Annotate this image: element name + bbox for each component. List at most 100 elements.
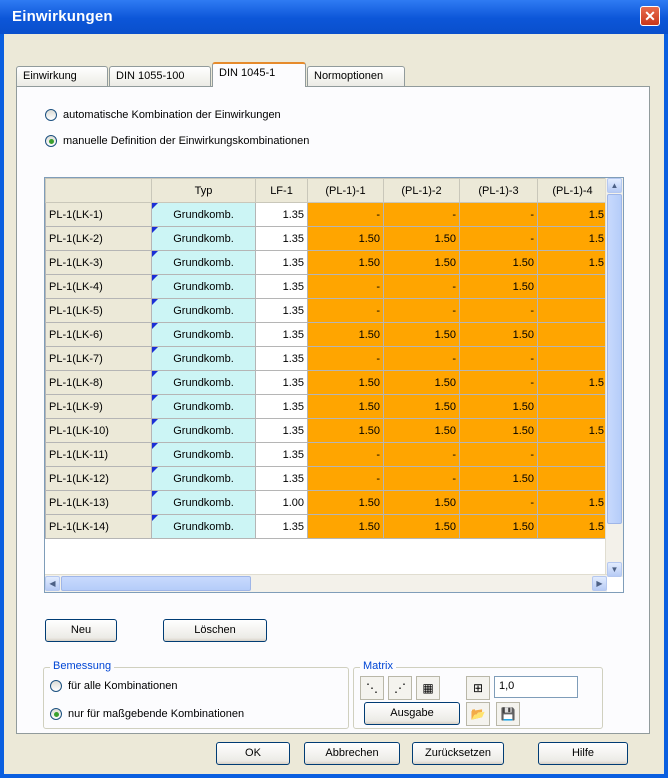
value-cell[interactable]: - bbox=[459, 442, 538, 467]
column-header[interactable]: (PL-1)-3 bbox=[459, 178, 538, 203]
value-cell[interactable]: - bbox=[459, 298, 538, 323]
value-cell[interactable]: 1.50 bbox=[307, 394, 384, 419]
value-cell[interactable]: - bbox=[307, 466, 384, 491]
type-cell[interactable]: Grundkomb. bbox=[151, 490, 256, 515]
row-header[interactable]: PL-1(LK-13) bbox=[45, 490, 152, 515]
delete-button[interactable]: Löschen bbox=[163, 619, 267, 642]
horizontal-scroll-thumb[interactable] bbox=[61, 576, 251, 591]
column-header[interactable] bbox=[45, 178, 152, 203]
value-cell[interactable] bbox=[537, 346, 608, 371]
manual-definition-radio[interactable] bbox=[45, 135, 57, 147]
value-cell[interactable]: - bbox=[383, 298, 460, 323]
table-row[interactable]: PL-1(LK-1) Grundkomb. 1.35- - -1.5 bbox=[45, 202, 608, 227]
column-header[interactable]: (PL-1)-1 bbox=[307, 178, 384, 203]
column-header[interactable]: (PL-1)-4 bbox=[537, 178, 608, 203]
row-header[interactable]: PL-1(LK-1) bbox=[45, 202, 152, 227]
value-cell[interactable]: - bbox=[383, 202, 460, 227]
tab-einwirkung[interactable]: Einwirkung bbox=[16, 66, 108, 86]
value-cell[interactable]: - bbox=[459, 370, 538, 395]
relevant-combinations-radio[interactable] bbox=[50, 708, 62, 720]
lf-cell[interactable]: 1.35 bbox=[255, 346, 308, 371]
tab-din-1045-1[interactable]: DIN 1045-1 bbox=[212, 62, 306, 87]
value-cell[interactable]: 1.50 bbox=[383, 226, 460, 251]
value-cell[interactable]: 1.5 bbox=[537, 226, 608, 251]
type-cell[interactable]: Grundkomb. bbox=[151, 466, 256, 491]
relevant-combinations-option[interactable]: nur für maßgebende Kombinationen bbox=[50, 708, 244, 720]
lf-cell[interactable]: 1.35 bbox=[255, 226, 308, 251]
horizontal-scrollbar[interactable]: ◀ ▶ bbox=[45, 574, 607, 592]
vertical-scrollbar[interactable]: ▲ ▼ bbox=[605, 178, 623, 577]
value-cell[interactable]: - bbox=[307, 346, 384, 371]
row-header[interactable]: PL-1(LK-2) bbox=[45, 226, 152, 251]
auto-combination-option[interactable]: automatische Kombination der Einwirkunge… bbox=[45, 109, 281, 121]
value-cell[interactable]: 1.5 bbox=[537, 370, 608, 395]
all-combinations-option[interactable]: für alle Kombinationen bbox=[50, 680, 177, 692]
type-cell[interactable]: Grundkomb. bbox=[151, 442, 256, 467]
matrix-apply-icon[interactable]: ⊞ bbox=[466, 676, 490, 700]
row-header[interactable]: PL-1(LK-12) bbox=[45, 466, 152, 491]
lf-cell[interactable]: 1.35 bbox=[255, 466, 308, 491]
table-row[interactable]: PL-1(LK-14) Grundkomb. 1.35 1.50 1.50 1.50 1.5 bbox=[45, 514, 608, 539]
row-header[interactable]: PL-1(LK-9) bbox=[45, 394, 152, 419]
value-cell[interactable]: 1.50 bbox=[383, 490, 460, 515]
lf-cell[interactable]: 1.35 bbox=[255, 274, 308, 299]
lf-cell[interactable]: 1.00 bbox=[255, 490, 308, 515]
matrix-pattern-icon[interactable]: ▦ bbox=[416, 676, 440, 700]
value-cell[interactable] bbox=[537, 394, 608, 419]
scroll-right-icon[interactable]: ▶ bbox=[592, 576, 607, 591]
row-header[interactable]: PL-1(LK-11) bbox=[45, 442, 152, 467]
type-cell[interactable]: Grundkomb. bbox=[151, 418, 256, 443]
value-cell[interactable]: - bbox=[383, 442, 460, 467]
row-header[interactable]: PL-1(LK-7) bbox=[45, 346, 152, 371]
vertical-scroll-thumb[interactable] bbox=[607, 194, 622, 524]
column-header[interactable]: Typ bbox=[151, 178, 256, 203]
type-cell[interactable]: Grundkomb. bbox=[151, 394, 256, 419]
value-cell[interactable]: 1.50 bbox=[459, 514, 538, 539]
type-cell[interactable]: Grundkomb. bbox=[151, 202, 256, 227]
ausgabe-button[interactable]: Ausgabe bbox=[364, 702, 460, 725]
column-header[interactable]: LF-1 bbox=[255, 178, 308, 203]
tab-normoptionen[interactable]: Normoptionen bbox=[307, 66, 405, 86]
table-row[interactable]: PL-1(LK-5) Grundkomb. 1.35- - - bbox=[45, 298, 608, 323]
table-row[interactable]: PL-1(LK-6) Grundkomb. 1.35 1.50 1.50 1.50 bbox=[45, 322, 608, 347]
table-row[interactable]: PL-1(LK-3) Grundkomb. 1.35 1.50 1.50 1.50 1.5 bbox=[45, 250, 608, 275]
value-cell[interactable]: - bbox=[307, 442, 384, 467]
table-row[interactable]: PL-1(LK-7) Grundkomb. 1.35- - - bbox=[45, 346, 608, 371]
cancel-button[interactable]: Abbrechen bbox=[304, 742, 400, 765]
value-cell[interactable]: 1.50 bbox=[459, 274, 538, 299]
value-cell[interactable] bbox=[537, 466, 608, 491]
value-cell[interactable]: 1.50 bbox=[307, 322, 384, 347]
matrix-diagonal-down-icon[interactable]: ⋱ bbox=[360, 676, 384, 700]
value-cell[interactable]: 1.50 bbox=[383, 250, 460, 275]
value-cell[interactable]: 1.50 bbox=[459, 322, 538, 347]
row-header[interactable]: PL-1(LK-8) bbox=[45, 370, 152, 395]
value-cell[interactable]: 1.5 bbox=[537, 490, 608, 515]
type-cell[interactable]: Grundkomb. bbox=[151, 514, 256, 539]
value-cell[interactable]: - bbox=[383, 466, 460, 491]
value-cell[interactable]: - bbox=[383, 346, 460, 371]
row-header[interactable]: PL-1(LK-5) bbox=[45, 298, 152, 323]
value-cell[interactable]: 1.5 bbox=[537, 514, 608, 539]
value-cell[interactable]: 1.5 bbox=[537, 418, 608, 443]
row-header[interactable]: PL-1(LK-10) bbox=[45, 418, 152, 443]
lf-cell[interactable]: 1.35 bbox=[255, 442, 308, 467]
column-header[interactable]: (PL-1)-2 bbox=[383, 178, 460, 203]
lf-cell[interactable]: 1.35 bbox=[255, 298, 308, 323]
value-cell[interactable]: 1.50 bbox=[383, 322, 460, 347]
value-cell[interactable]: 1.5 bbox=[537, 250, 608, 275]
scroll-down-icon[interactable]: ▼ bbox=[607, 562, 622, 577]
save-icon[interactable]: 💾 bbox=[496, 702, 520, 726]
value-cell[interactable] bbox=[537, 274, 608, 299]
type-cell[interactable]: Grundkomb. bbox=[151, 298, 256, 323]
value-cell[interactable]: - bbox=[459, 490, 538, 515]
value-cell[interactable] bbox=[537, 442, 608, 467]
lf-cell[interactable]: 1.35 bbox=[255, 418, 308, 443]
lf-cell[interactable]: 1.35 bbox=[255, 202, 308, 227]
lf-cell[interactable]: 1.35 bbox=[255, 394, 308, 419]
value-cell[interactable]: - bbox=[307, 274, 384, 299]
matrix-value-input[interactable]: 1,0 bbox=[494, 676, 578, 698]
value-cell[interactable]: 1.50 bbox=[383, 514, 460, 539]
value-cell[interactable]: 1.50 bbox=[383, 394, 460, 419]
table-row[interactable]: PL-1(LK-4) Grundkomb. 1.35- -1.50 bbox=[45, 274, 608, 299]
value-cell[interactable]: 1.5 bbox=[537, 202, 608, 227]
